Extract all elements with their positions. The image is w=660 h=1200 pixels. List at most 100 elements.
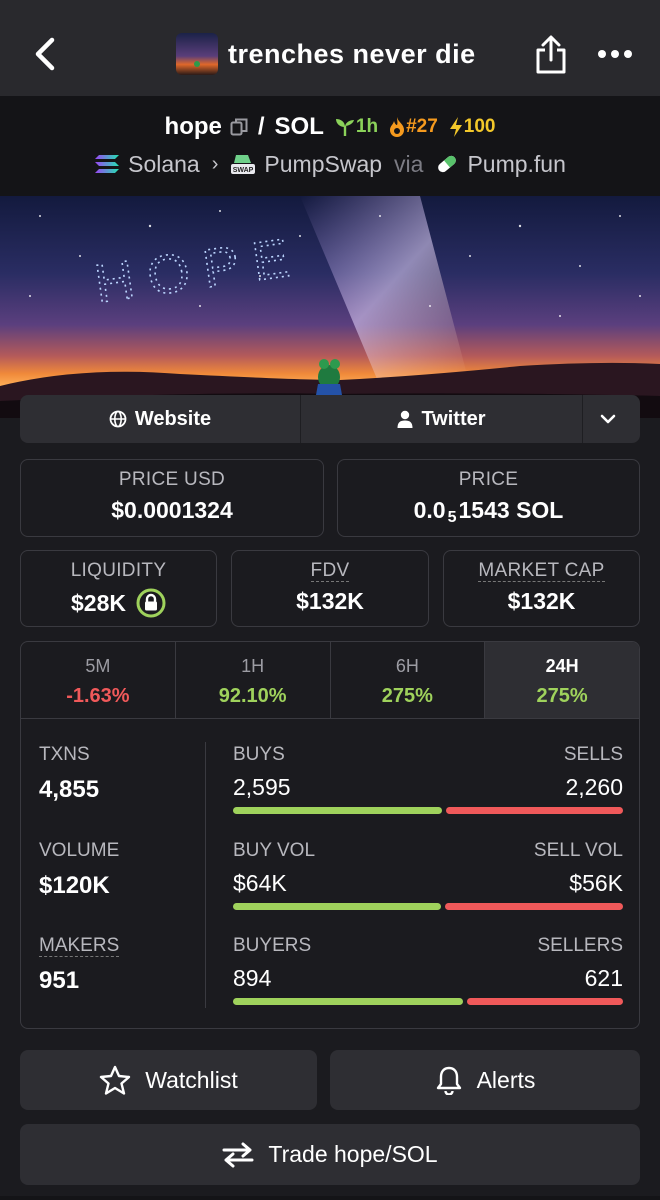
buys-sells-bar [233, 807, 623, 814]
price-usd-value: $0.0001324 [111, 497, 233, 523]
makers-metric: MAKERS 951 [39, 935, 120, 995]
breadcrumb-launchpad[interactable]: Pump.fun [467, 151, 565, 178]
txns-metric: TXNS 4,855 [39, 744, 99, 804]
sells-label: SELLS [563, 744, 623, 765]
back-button[interactable] [28, 34, 64, 74]
tab-label: 5M [85, 656, 111, 676]
performance-panel: 5M -1.63% 1H 92.10% 6H 275% 24H 275% TXN… [20, 641, 640, 1029]
timeframe-tabs: 5M -1.63% 1H 92.10% 6H 275% 24H 275% [21, 642, 639, 719]
quote-symbol: SOL [274, 113, 324, 140]
watchlist-label: Watchlist [145, 1066, 238, 1093]
price-usd-label: PRICE USD [118, 469, 226, 490]
pair-title: hope / SOL 1h #27 100 [0, 112, 660, 142]
tab-label: 1H [241, 656, 265, 676]
price-native-zero-count: 5 [447, 508, 457, 526]
globe-icon [109, 410, 127, 428]
tab-24h[interactable]: 24H 275% [485, 642, 639, 718]
buys-value: 2,595 [233, 774, 291, 800]
price-native-rest: 1543 SOL [458, 497, 564, 523]
twitter-label: Twitter [421, 407, 486, 430]
buy-vol-bar [233, 903, 441, 910]
trade-label: Trade hope/SOL [268, 1141, 438, 1167]
sell-vol-bar [444, 903, 623, 910]
token-banner-image: HOPE [0, 196, 660, 418]
star-icon [100, 1065, 131, 1095]
boost-badge[interactable]: 100 [448, 116, 496, 138]
chevron-down-icon [600, 414, 615, 424]
tab-6h[interactable]: 6H 275% [331, 642, 486, 718]
buyers-sellers-metric: BUYERS SELLERS 894 621 [233, 935, 623, 1005]
makers-label[interactable]: MAKERS [39, 935, 120, 957]
buys-bar [233, 807, 442, 814]
buy-vol-value: $64K [233, 870, 287, 896]
copy-icon[interactable] [230, 117, 248, 137]
txns-value: 4,855 [39, 776, 100, 803]
tab-label: 6H [395, 656, 419, 676]
tab-1h[interactable]: 1H 92.10% [176, 642, 331, 718]
base-symbol: hope [164, 113, 222, 140]
trending-rank-badge[interactable]: #27 [388, 116, 438, 138]
tab-label: 24H [545, 656, 579, 676]
share-icon [536, 35, 566, 74]
buys-label: BUYS [233, 744, 285, 765]
volume-value: $120K [39, 872, 110, 899]
trade-button[interactable]: Trade hope/SOL [20, 1124, 640, 1185]
more-links-button[interactable] [583, 395, 640, 443]
swap-arrows-icon [222, 1142, 254, 1167]
sells-value: 2,260 [565, 774, 623, 800]
trending-rank-text: #27 [406, 116, 438, 137]
page-title: trenches never die [176, 33, 476, 75]
liquidity-label: LIQUIDITY [70, 560, 167, 581]
website-label: Website [134, 407, 212, 430]
price-native-value: 0.0 5 1543 SOL [338, 497, 639, 526]
tab-change: 92.10% [218, 685, 287, 707]
page-title-text: trenches never die [228, 38, 476, 69]
price-native-box: PRICE 0.0 5 1543 SOL [337, 459, 640, 537]
price-usd-box: PRICE USD $0.0001324 [20, 459, 324, 537]
pair-info-bar [0, 96, 660, 196]
fdv-box: FDV $132K [231, 550, 429, 627]
buy-sell-vol-bar [233, 903, 623, 910]
fdv-label[interactable]: FDV [310, 560, 350, 582]
sellers-bar [467, 998, 623, 1005]
buyers-bar [233, 998, 464, 1005]
pumpswap-icon-label: SWAP [233, 167, 254, 174]
txns-label: TXNS [39, 744, 90, 765]
buy-vol-label: BUY VOL [233, 840, 316, 861]
alerts-label: Alerts [476, 1066, 536, 1093]
liquidity-value-row: $28K [21, 588, 216, 618]
lightning-icon [449, 117, 462, 137]
breadcrumb-dex[interactable]: PumpSwap [264, 151, 382, 178]
market-cap-label[interactable]: MARKET CAP [478, 560, 605, 582]
seedling-icon [335, 119, 354, 136]
watchlist-button[interactable]: Watchlist [20, 1050, 317, 1110]
breadcrumb: Solana › SWAP PumpSwap via Pump.fun [0, 148, 660, 180]
share-button[interactable] [534, 34, 568, 76]
website-button[interactable]: Website [20, 395, 301, 443]
buyers-value: 894 [233, 965, 272, 991]
pumpswap-icon: SWAP [231, 155, 256, 174]
alerts-button[interactable]: Alerts [330, 1050, 640, 1110]
bottom-edge [0, 1196, 660, 1200]
breadcrumb-chain[interactable]: Solana [128, 151, 200, 178]
price-native-prefix: 0.0 [413, 497, 446, 523]
boost-text: 100 [463, 116, 496, 137]
sells-bar [445, 807, 623, 814]
liquidity-box: LIQUIDITY $28K [20, 550, 217, 627]
pair-separator: / [257, 113, 265, 140]
makers-value: 951 [39, 967, 80, 994]
buyers-sellers-bar [233, 998, 623, 1005]
flame-icon [390, 117, 405, 137]
buy-sell-volume-metric: BUY VOL SELL VOL $64K $56K [233, 840, 623, 910]
market-cap-box: MARKET CAP $132K [443, 550, 640, 627]
more-options-button[interactable] [596, 40, 634, 68]
tab-5m[interactable]: 5M -1.63% [21, 642, 176, 718]
lock-icon[interactable] [136, 588, 166, 618]
pair-age-text: 1h [355, 116, 379, 137]
twitter-button[interactable]: Twitter [301, 395, 583, 443]
chevron-left-icon [35, 37, 55, 71]
ellipsis-icon [598, 50, 632, 58]
buys-sells-metric: BUYS SELLS 2,595 2,260 [233, 744, 623, 814]
volume-label: VOLUME [39, 840, 120, 861]
user-icon [397, 410, 413, 428]
